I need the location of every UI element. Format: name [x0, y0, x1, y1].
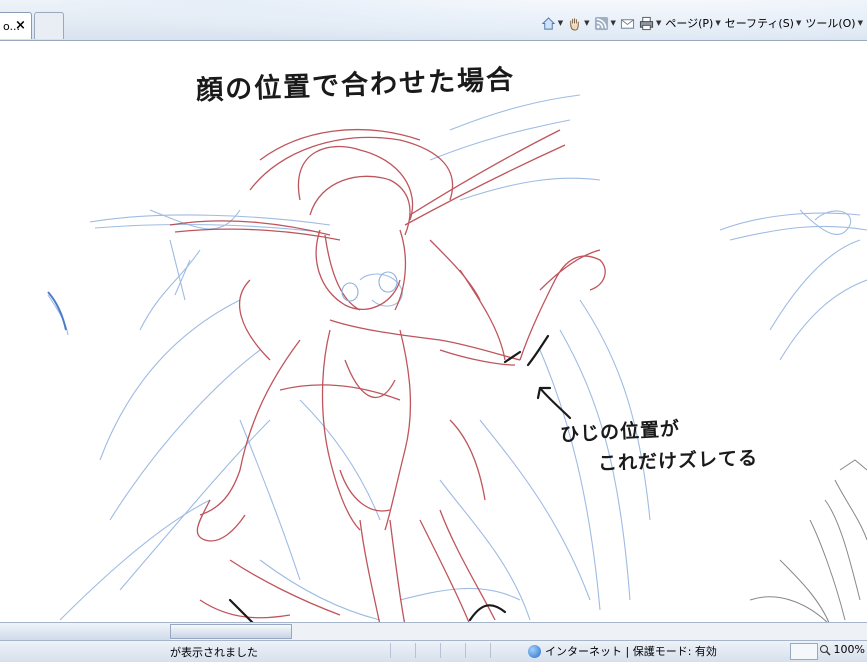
security-lock-button[interactable] [790, 643, 818, 660]
rss-icon [594, 16, 608, 30]
status-text: が表示されました [170, 646, 258, 659]
chevron-down-icon: ▼ [715, 19, 721, 27]
status-panel [490, 643, 515, 658]
status-panel [465, 643, 490, 658]
print-icon [639, 16, 653, 30]
tools-menu[interactable]: ツール(O) ▼ [805, 15, 863, 31]
chevron-down-icon: ▼ [857, 19, 863, 27]
chevron-down-icon: ▼ [610, 19, 616, 27]
status-panels [390, 643, 515, 658]
page-content: 顔の位置で合わせた場合 ひじの位置が これだけズレてる [0, 41, 867, 624]
status-panel [415, 643, 440, 658]
close-icon[interactable]: × [15, 18, 26, 33]
home-icon [541, 16, 556, 30]
mail-icon [620, 18, 634, 29]
status-bar: が表示されました インターネット | 保護モード: 有効 100% [0, 640, 867, 662]
safety-menu-label: セーフティ(S) [724, 17, 794, 30]
status-panel [440, 643, 465, 658]
browser-tab[interactable]: o... × [0, 12, 32, 39]
mail-button[interactable] [620, 16, 635, 31]
home-button[interactable]: ▼ [541, 16, 563, 31]
security-zone[interactable]: インターネット | 保護モード: 有効 [528, 643, 717, 659]
tools-menu-label: ツール(O) [805, 17, 856, 30]
chevron-down-icon: ▼ [795, 19, 802, 27]
page-menu[interactable]: ページ(P) ▼ [665, 15, 720, 31]
page-menu-label: ページ(P) [665, 17, 714, 30]
horizontal-scrollbar-thumb[interactable] [170, 624, 292, 639]
browser-tab-strip: o... × ▼ ▼ ▼ ▼ ページ(P) ▼ セーフティ(S) ▼ ツール(O… [0, 0, 867, 41]
horizontal-scrollbar-left [0, 622, 170, 640]
chevron-down-icon: ▼ [655, 19, 662, 27]
status-panel [390, 643, 415, 658]
zoom-icon [819, 644, 831, 656]
sketch-image [47, 94, 867, 624]
chevron-down-icon: ▼ [557, 19, 564, 27]
globe-icon [528, 644, 541, 658]
new-tab-button[interactable] [34, 12, 64, 39]
chevron-down-icon: ▼ [584, 19, 590, 27]
hand-button[interactable]: ▼ [567, 16, 590, 31]
safety-menu[interactable]: セーフティ(S) ▼ [725, 15, 802, 31]
print-button[interactable]: ▼ [639, 16, 661, 31]
zoom-control[interactable]: 100% [819, 643, 865, 656]
zone-label: インターネット | 保護モード: 有効 [545, 645, 717, 658]
zoom-level: 100% [833, 643, 865, 656]
elbow-annotation-line2: これだけズレてる [597, 447, 759, 475]
command-bar: ▼ ▼ ▼ ▼ ページ(P) ▼ セーフティ(S) ▼ ツール(O) ▼ [541, 12, 867, 34]
rss-button[interactable]: ▼ [594, 16, 616, 31]
hand-icon [570, 17, 579, 31]
